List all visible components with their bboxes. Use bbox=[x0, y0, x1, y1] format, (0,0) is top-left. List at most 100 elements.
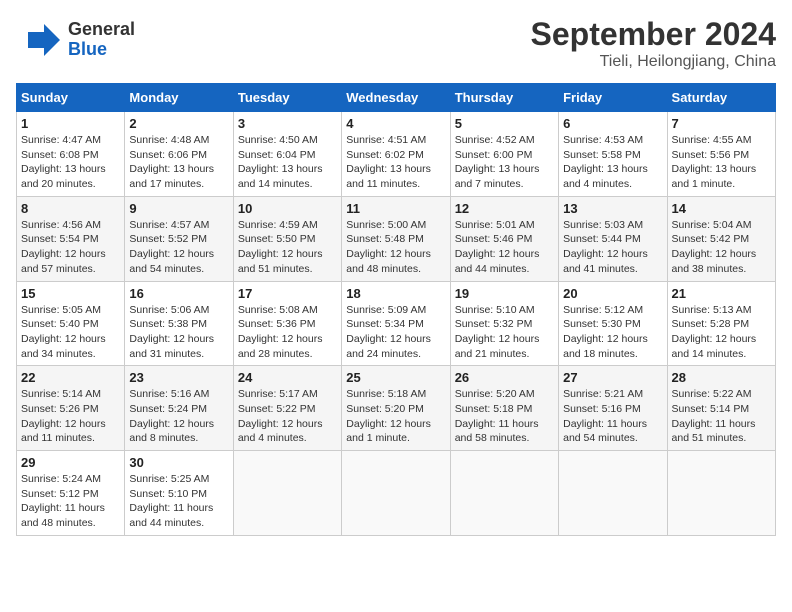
calendar-cell: 12 Sunrise: 5:01 AM Sunset: 5:46 PM Dayli… bbox=[450, 196, 558, 281]
day-number: 10 bbox=[238, 201, 337, 216]
day-info: Sunrise: 5:03 AM Sunset: 5:44 PM Dayligh… bbox=[563, 218, 662, 277]
day-number: 16 bbox=[129, 286, 228, 301]
calendar-cell bbox=[667, 451, 775, 536]
calendar-cell: 6 Sunrise: 4:53 AM Sunset: 5:58 PM Daylig… bbox=[559, 112, 667, 197]
day-info: Sunrise: 4:52 AM Sunset: 6:00 PM Dayligh… bbox=[455, 133, 554, 192]
day-info: Sunrise: 5:22 AM Sunset: 5:14 PM Dayligh… bbox=[672, 387, 771, 446]
day-number: 8 bbox=[21, 201, 120, 216]
day-info: Sunrise: 5:00 AM Sunset: 5:48 PM Dayligh… bbox=[346, 218, 445, 277]
day-number: 26 bbox=[455, 370, 554, 385]
calendar-week-4: 22 Sunrise: 5:14 AM Sunset: 5:26 PM Dayli… bbox=[17, 366, 776, 451]
calendar-week-1: 1 Sunrise: 4:47 AM Sunset: 6:08 PM Daylig… bbox=[17, 112, 776, 197]
calendar-cell: 26 Sunrise: 5:20 AM Sunset: 5:18 PM Dayli… bbox=[450, 366, 558, 451]
calendar-header: SundayMondayTuesdayWednesdayThursdayFrid… bbox=[17, 84, 776, 112]
page-title: September 2024 bbox=[531, 16, 776, 53]
day-info: Sunrise: 4:55 AM Sunset: 5:56 PM Dayligh… bbox=[672, 133, 771, 192]
calendar-cell: 3Sunrise: 4:50 AM Sunset: 6:04 PM Daylig… bbox=[233, 112, 341, 197]
title-block: September 2024 Tieli, Heilongjiang, Chin… bbox=[531, 16, 776, 71]
calendar-body: 1 Sunrise: 4:47 AM Sunset: 6:08 PM Daylig… bbox=[17, 112, 776, 536]
day-number: 14 bbox=[672, 201, 771, 216]
calendar-week-3: 15Sunrise: 5:05 AM Sunset: 5:40 PM Dayli… bbox=[17, 281, 776, 366]
day-info: Sunrise: 5:16 AM Sunset: 5:24 PM Dayligh… bbox=[129, 387, 228, 446]
day-number: 28 bbox=[672, 370, 771, 385]
day-info: Sunrise: 5:20 AM Sunset: 5:18 PM Dayligh… bbox=[455, 387, 554, 446]
calendar-cell bbox=[559, 451, 667, 536]
day-info: Sunrise: 4:59 AM Sunset: 5:50 PM Dayligh… bbox=[238, 218, 337, 277]
day-info: Sunrise: 5:17 AM Sunset: 5:22 PM Dayligh… bbox=[238, 387, 337, 446]
day-info: Sunrise: 5:24 AM Sunset: 5:12 PM Dayligh… bbox=[21, 472, 120, 531]
day-number: 21 bbox=[672, 286, 771, 301]
day-number: 5 bbox=[455, 116, 554, 131]
calendar-cell: 4 Sunrise: 4:51 AM Sunset: 6:02 PM Daylig… bbox=[342, 112, 450, 197]
day-number: 24 bbox=[238, 370, 337, 385]
calendar-cell: 20Sunrise: 5:12 AM Sunset: 5:30 PM Dayli… bbox=[559, 281, 667, 366]
day-info: Sunrise: 5:18 AM Sunset: 5:20 PM Dayligh… bbox=[346, 387, 445, 446]
calendar-cell: 22 Sunrise: 5:14 AM Sunset: 5:26 PM Dayli… bbox=[17, 366, 125, 451]
day-number: 13 bbox=[563, 201, 662, 216]
day-number: 27 bbox=[563, 370, 662, 385]
day-number: 9 bbox=[129, 201, 228, 216]
header-day-friday: Friday bbox=[559, 84, 667, 112]
header-row: SundayMondayTuesdayWednesdayThursdayFrid… bbox=[17, 84, 776, 112]
day-info: Sunrise: 5:13 AM Sunset: 5:28 PM Dayligh… bbox=[672, 303, 771, 362]
day-info: Sunrise: 4:56 AM Sunset: 5:54 PM Dayligh… bbox=[21, 218, 120, 277]
day-number: 4 bbox=[346, 116, 445, 131]
day-number: 29 bbox=[21, 455, 120, 470]
day-info: Sunrise: 4:50 AM Sunset: 6:04 PM Dayligh… bbox=[238, 133, 337, 192]
calendar-cell: 14Sunrise: 5:04 AM Sunset: 5:42 PM Dayli… bbox=[667, 196, 775, 281]
day-info: Sunrise: 4:48 AM Sunset: 6:06 PM Dayligh… bbox=[129, 133, 228, 192]
calendar-cell: 10 Sunrise: 4:59 AM Sunset: 5:50 PM Dayli… bbox=[233, 196, 341, 281]
day-number: 23 bbox=[129, 370, 228, 385]
calendar-cell: 29 Sunrise: 5:24 AM Sunset: 5:12 PM Dayli… bbox=[17, 451, 125, 536]
calendar-cell: 21 Sunrise: 5:13 AM Sunset: 5:28 PM Dayli… bbox=[667, 281, 775, 366]
header-day-sunday: Sunday bbox=[17, 84, 125, 112]
day-info: Sunrise: 5:10 AM Sunset: 5:32 PM Dayligh… bbox=[455, 303, 554, 362]
logo-general-text: General bbox=[68, 20, 135, 40]
calendar-cell: 13 Sunrise: 5:03 AM Sunset: 5:44 PM Dayli… bbox=[559, 196, 667, 281]
calendar-table: SundayMondayTuesdayWednesdayThursdayFrid… bbox=[16, 83, 776, 536]
calendar-cell: 18 Sunrise: 5:09 AM Sunset: 5:34 PM Dayli… bbox=[342, 281, 450, 366]
calendar-cell: 24 Sunrise: 5:17 AM Sunset: 5:22 PM Dayli… bbox=[233, 366, 341, 451]
calendar-cell: 1 Sunrise: 4:47 AM Sunset: 6:08 PM Daylig… bbox=[17, 112, 125, 197]
day-info: Sunrise: 4:51 AM Sunset: 6:02 PM Dayligh… bbox=[346, 133, 445, 192]
day-number: 22 bbox=[21, 370, 120, 385]
day-info: Sunrise: 5:06 AM Sunset: 5:38 PM Dayligh… bbox=[129, 303, 228, 362]
day-number: 30 bbox=[129, 455, 228, 470]
day-info: Sunrise: 4:57 AM Sunset: 5:52 PM Dayligh… bbox=[129, 218, 228, 277]
calendar-cell: 16 Sunrise: 5:06 AM Sunset: 5:38 PM Dayli… bbox=[125, 281, 233, 366]
calendar-cell: 11 Sunrise: 5:00 AM Sunset: 5:48 PM Dayli… bbox=[342, 196, 450, 281]
day-info: Sunrise: 5:05 AM Sunset: 5:40 PM Dayligh… bbox=[21, 303, 120, 362]
calendar-cell: 19 Sunrise: 5:10 AM Sunset: 5:32 PM Dayli… bbox=[450, 281, 558, 366]
logo-blue-text: Blue bbox=[68, 40, 135, 60]
day-info: Sunrise: 5:12 AM Sunset: 5:30 PM Dayligh… bbox=[563, 303, 662, 362]
day-info: Sunrise: 5:25 AM Sunset: 5:10 PM Dayligh… bbox=[129, 472, 228, 531]
day-number: 18 bbox=[346, 286, 445, 301]
calendar-cell: 30 Sunrise: 5:25 AM Sunset: 5:10 PM Dayli… bbox=[125, 451, 233, 536]
day-number: 12 bbox=[455, 201, 554, 216]
calendar-week-5: 29 Sunrise: 5:24 AM Sunset: 5:12 PM Dayli… bbox=[17, 451, 776, 536]
header-day-saturday: Saturday bbox=[667, 84, 775, 112]
day-info: Sunrise: 4:47 AM Sunset: 6:08 PM Dayligh… bbox=[21, 133, 120, 192]
header-day-tuesday: Tuesday bbox=[233, 84, 341, 112]
day-info: Sunrise: 4:53 AM Sunset: 5:58 PM Dayligh… bbox=[563, 133, 662, 192]
calendar-cell: 9 Sunrise: 4:57 AM Sunset: 5:52 PM Daylig… bbox=[125, 196, 233, 281]
calendar-cell: 27Sunrise: 5:21 AM Sunset: 5:16 PM Dayli… bbox=[559, 366, 667, 451]
day-number: 19 bbox=[455, 286, 554, 301]
day-info: Sunrise: 5:08 AM Sunset: 5:36 PM Dayligh… bbox=[238, 303, 337, 362]
day-info: Sunrise: 5:14 AM Sunset: 5:26 PM Dayligh… bbox=[21, 387, 120, 446]
calendar-cell bbox=[233, 451, 341, 536]
calendar-cell: 17 Sunrise: 5:08 AM Sunset: 5:36 PM Dayli… bbox=[233, 281, 341, 366]
calendar-cell bbox=[342, 451, 450, 536]
calendar-cell: 23 Sunrise: 5:16 AM Sunset: 5:24 PM Dayli… bbox=[125, 366, 233, 451]
logo: General Blue bbox=[16, 16, 135, 64]
day-number: 11 bbox=[346, 201, 445, 216]
header-day-thursday: Thursday bbox=[450, 84, 558, 112]
calendar-cell bbox=[450, 451, 558, 536]
day-number: 17 bbox=[238, 286, 337, 301]
header-day-monday: Monday bbox=[125, 84, 233, 112]
day-number: 1 bbox=[21, 116, 120, 131]
day-number: 6 bbox=[563, 116, 662, 131]
day-info: Sunrise: 5:01 AM Sunset: 5:46 PM Dayligh… bbox=[455, 218, 554, 277]
day-info: Sunrise: 5:09 AM Sunset: 5:34 PM Dayligh… bbox=[346, 303, 445, 362]
day-number: 25 bbox=[346, 370, 445, 385]
